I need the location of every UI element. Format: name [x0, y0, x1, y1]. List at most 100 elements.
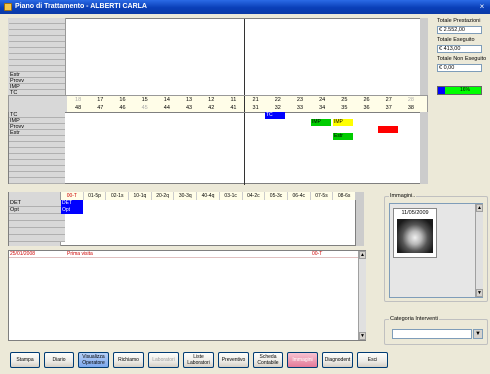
tooth-48[interactable]: 48 [67, 105, 89, 111]
det-cell[interactable]: DET [61, 200, 83, 207]
tooth-23[interactable]: 23 [289, 97, 311, 103]
tooth-12[interactable]: 12 [200, 97, 222, 103]
progress-bar: 16% [437, 86, 482, 95]
tooth-43[interactable]: 43 [178, 105, 200, 111]
lower-dental-grid[interactable] [8, 112, 428, 185]
tooth-41[interactable]: 41 [222, 105, 244, 111]
tooth-16[interactable]: 16 [111, 97, 133, 103]
images-label: Immagini.. [389, 193, 417, 200]
tooth-26[interactable]: 26 [355, 97, 377, 103]
upper-scrollbar[interactable] [420, 18, 428, 96]
sextant-row-label-5 [9, 235, 65, 242]
appointments-list[interactable]: 25/01/2008 Prima visita 00-T ▲ ▼ [8, 250, 366, 341]
sextant-header-30-3q[interactable]: 30-3q [174, 192, 198, 200]
appointments-scrollbar[interactable]: ▲ ▼ [358, 251, 366, 340]
appointment-code: 00-T [312, 251, 323, 257]
estr-cell[interactable]: Estr [333, 133, 353, 140]
tc-cell[interactable]: TC [265, 112, 285, 119]
tooth-17[interactable]: 17 [89, 97, 111, 103]
tooth-21[interactable]: 21 [245, 97, 267, 103]
totale-prestazioni-field: € 2.552,00 [437, 26, 482, 34]
appointment-date: 25/01/2008 [10, 251, 36, 257]
imp-cell[interactable]: IMP [311, 119, 331, 126]
sextant-header-40-4q[interactable]: 40-4q [197, 192, 220, 200]
imp-cell-yellow[interactable]: IMP [333, 119, 353, 126]
immagini-button[interactable]: Immagini [287, 352, 318, 368]
chevron-down-icon[interactable]: ▼ [473, 329, 483, 339]
sextant-row-label-2 [9, 214, 65, 221]
sextant-header-00-T[interactable]: 00-T [61, 192, 84, 200]
appointment-row[interactable]: 25/01/2008 Prima visita 00-T [9, 251, 358, 258]
categoria-select[interactable] [392, 329, 472, 339]
totale-eseguito-label: Totale Eseguito [437, 37, 475, 43]
tooth-38[interactable]: 38 [400, 105, 422, 111]
xray-image [397, 219, 433, 253]
tooth-37[interactable]: 37 [378, 105, 400, 111]
tooth-33[interactable]: 33 [289, 105, 311, 111]
lower-scrollbar[interactable] [420, 112, 428, 184]
tooth-13[interactable]: 13 [178, 97, 200, 103]
image-thumbnail[interactable]: 11/05/2009 [393, 208, 437, 258]
image-date: 11/05/2009 [401, 210, 429, 216]
appointment-desc: Prima visita [67, 251, 93, 257]
close-button[interactable]: × [477, 2, 487, 12]
sextant-header-03-1c[interactable]: 03-1c [220, 192, 243, 200]
totale-eseguito-field: € 413,00 [437, 45, 482, 53]
sextant-header-07-5s[interactable]: 07-5s [311, 192, 334, 200]
tooth-32[interactable]: 32 [267, 105, 289, 111]
sextant-row-label-0: DET [9, 200, 65, 207]
opt-cell[interactable]: Opt [61, 207, 83, 214]
red-cell[interactable] [378, 126, 398, 133]
sextant-scrollbar[interactable] [356, 192, 364, 246]
sextant-header-10-1q[interactable]: 10-1q [129, 192, 152, 200]
totale-non-eseguito-field: € 0,00 [437, 64, 482, 72]
tooth-24[interactable]: 24 [311, 97, 333, 103]
images-scrollbar[interactable]: ▲ ▼ [475, 204, 483, 297]
tooth-31[interactable]: 31 [245, 105, 267, 111]
visualizza-operatore-button[interactable]: Visualizza Operatore [78, 352, 109, 368]
upper-dental-grid[interactable] [8, 18, 428, 97]
progress-label: 16% [460, 87, 471, 93]
stampa-button[interactable]: Stampa [10, 352, 40, 368]
sextant-header-08-6s[interactable]: 08-6s [333, 192, 356, 200]
tooth-27[interactable]: 27 [378, 97, 400, 103]
tooth-14[interactable]: 14 [156, 97, 178, 103]
laboratori-button[interactable]: Laboratori [148, 352, 179, 368]
sextant-header-20-2q[interactable]: 20-2q [152, 192, 175, 200]
tooth-34[interactable]: 34 [311, 105, 333, 111]
liste-laboratori-button[interactable]: Liste Laboratori [183, 352, 214, 368]
sextant-header-05-3c[interactable]: 05-3c [265, 192, 288, 200]
sextant-header-01-5p[interactable]: 01-5p [84, 192, 107, 200]
scheda-contabile-button[interactable]: Scheda Contabile [253, 352, 283, 368]
sextant-header-02-1s[interactable]: 02-1s [106, 192, 130, 200]
sextant-header-06-4c[interactable]: 06-4c [288, 192, 311, 200]
app-icon [4, 3, 12, 11]
diagnodent-button[interactable]: Diagnodent [322, 352, 353, 368]
tooth-18[interactable]: 18 [67, 97, 89, 103]
lower-row-label-11 [9, 178, 65, 184]
tooth-15[interactable]: 15 [134, 97, 156, 103]
sextant-row-label-1: Opt [9, 207, 65, 214]
totale-prestazioni-label: Totale Prestazioni [437, 18, 481, 24]
tooth-45[interactable]: 45 [134, 105, 156, 111]
tooth-47[interactable]: 47 [89, 105, 111, 111]
tooth-42[interactable]: 42 [200, 105, 222, 111]
tooth-22[interactable]: 22 [267, 97, 289, 103]
tooth-28[interactable]: 28 [400, 97, 422, 103]
totale-non-eseguito-label: Totale Non Eseguito [437, 56, 487, 62]
title-bar: Piano di Trattamento - ALBERTI CARLA [0, 0, 490, 14]
tooth-36[interactable]: 36 [355, 105, 377, 111]
sextant-row-label-4 [9, 228, 65, 235]
tooth-11[interactable]: 11 [222, 97, 244, 103]
sextant-header-04-2c[interactable]: 04-2c [243, 192, 266, 200]
tooth-25[interactable]: 25 [333, 97, 355, 103]
preventivo-button[interactable]: Preventivo [218, 352, 249, 368]
tooth-35[interactable]: 35 [333, 105, 355, 111]
diario-button[interactable]: Diario [44, 352, 74, 368]
tooth-44[interactable]: 44 [156, 105, 178, 111]
esci-button[interactable]: Esci [357, 352, 388, 368]
tooth-numbers-strip: 18 17 16 15 14 13 12 11 21 22 23 24 25 26 27 28 48 47 46 4… [8, 95, 428, 114]
tooth-46[interactable]: 46 [111, 105, 133, 111]
richiamo-button[interactable]: Richiamo [113, 352, 144, 368]
sextant-row-label-3 [9, 221, 65, 228]
